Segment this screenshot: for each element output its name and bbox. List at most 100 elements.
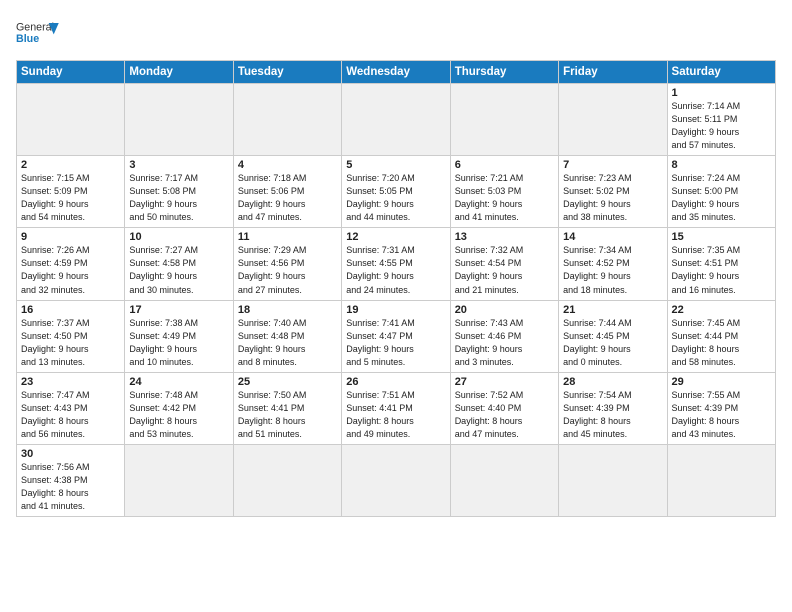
day-number: 23 bbox=[21, 376, 120, 388]
calendar-day-cell: 9Sunrise: 7:26 AMSunset: 4:59 PMDaylight… bbox=[17, 228, 125, 300]
day-number: 4 bbox=[238, 159, 337, 171]
calendar-day-cell bbox=[667, 444, 775, 516]
calendar-day-cell: 22Sunrise: 7:45 AMSunset: 4:44 PMDayligh… bbox=[667, 300, 775, 372]
day-number: 5 bbox=[346, 159, 445, 171]
day-info: Sunrise: 7:23 AMSunset: 5:02 PMDaylight:… bbox=[563, 172, 662, 224]
calendar-day-cell: 4Sunrise: 7:18 AMSunset: 5:06 PMDaylight… bbox=[233, 156, 341, 228]
day-info: Sunrise: 7:44 AMSunset: 4:45 PMDaylight:… bbox=[563, 317, 662, 369]
calendar-day-cell: 20Sunrise: 7:43 AMSunset: 4:46 PMDayligh… bbox=[450, 300, 558, 372]
calendar-day-cell: 14Sunrise: 7:34 AMSunset: 4:52 PMDayligh… bbox=[559, 228, 667, 300]
calendar-day-cell: 13Sunrise: 7:32 AMSunset: 4:54 PMDayligh… bbox=[450, 228, 558, 300]
day-number: 24 bbox=[129, 376, 228, 388]
day-info: Sunrise: 7:34 AMSunset: 4:52 PMDaylight:… bbox=[563, 244, 662, 296]
weekday-header-sunday: Sunday bbox=[17, 61, 125, 84]
day-number: 6 bbox=[455, 159, 554, 171]
day-number: 27 bbox=[455, 376, 554, 388]
svg-text:Blue: Blue bbox=[16, 33, 39, 45]
day-number: 28 bbox=[563, 376, 662, 388]
day-number: 3 bbox=[129, 159, 228, 171]
calendar-day-cell bbox=[17, 84, 125, 156]
day-info: Sunrise: 7:47 AMSunset: 4:43 PMDaylight:… bbox=[21, 389, 120, 441]
day-info: Sunrise: 7:24 AMSunset: 5:00 PMDaylight:… bbox=[672, 172, 771, 224]
weekday-header-saturday: Saturday bbox=[667, 61, 775, 84]
calendar-day-cell: 24Sunrise: 7:48 AMSunset: 4:42 PMDayligh… bbox=[125, 372, 233, 444]
day-info: Sunrise: 7:27 AMSunset: 4:58 PMDaylight:… bbox=[129, 244, 228, 296]
logo-icon: General Blue bbox=[16, 16, 60, 52]
calendar-day-cell: 28Sunrise: 7:54 AMSunset: 4:39 PMDayligh… bbox=[559, 372, 667, 444]
page-header: General Blue bbox=[16, 16, 776, 52]
calendar-day-cell: 8Sunrise: 7:24 AMSunset: 5:00 PMDaylight… bbox=[667, 156, 775, 228]
calendar-week-row: 2Sunrise: 7:15 AMSunset: 5:09 PMDaylight… bbox=[17, 156, 776, 228]
calendar-day-cell: 25Sunrise: 7:50 AMSunset: 4:41 PMDayligh… bbox=[233, 372, 341, 444]
day-info: Sunrise: 7:51 AMSunset: 4:41 PMDaylight:… bbox=[346, 389, 445, 441]
calendar-day-cell: 2Sunrise: 7:15 AMSunset: 5:09 PMDaylight… bbox=[17, 156, 125, 228]
day-info: Sunrise: 7:20 AMSunset: 5:05 PMDaylight:… bbox=[346, 172, 445, 224]
calendar-day-cell: 26Sunrise: 7:51 AMSunset: 4:41 PMDayligh… bbox=[342, 372, 450, 444]
svg-text:General: General bbox=[16, 22, 54, 34]
day-number: 9 bbox=[21, 231, 120, 243]
calendar-week-row: 16Sunrise: 7:37 AMSunset: 4:50 PMDayligh… bbox=[17, 300, 776, 372]
day-info: Sunrise: 7:55 AMSunset: 4:39 PMDaylight:… bbox=[672, 389, 771, 441]
day-number: 21 bbox=[563, 304, 662, 316]
calendar-day-cell: 6Sunrise: 7:21 AMSunset: 5:03 PMDaylight… bbox=[450, 156, 558, 228]
weekday-header-tuesday: Tuesday bbox=[233, 61, 341, 84]
calendar-day-cell bbox=[450, 444, 558, 516]
day-info: Sunrise: 7:50 AMSunset: 4:41 PMDaylight:… bbox=[238, 389, 337, 441]
weekday-header-row: SundayMondayTuesdayWednesdayThursdayFrid… bbox=[17, 61, 776, 84]
day-number: 20 bbox=[455, 304, 554, 316]
day-info: Sunrise: 7:35 AMSunset: 4:51 PMDaylight:… bbox=[672, 244, 771, 296]
calendar-day-cell: 27Sunrise: 7:52 AMSunset: 4:40 PMDayligh… bbox=[450, 372, 558, 444]
calendar-week-row: 23Sunrise: 7:47 AMSunset: 4:43 PMDayligh… bbox=[17, 372, 776, 444]
day-info: Sunrise: 7:14 AMSunset: 5:11 PMDaylight:… bbox=[672, 100, 771, 152]
day-number: 19 bbox=[346, 304, 445, 316]
day-info: Sunrise: 7:48 AMSunset: 4:42 PMDaylight:… bbox=[129, 389, 228, 441]
day-number: 2 bbox=[21, 159, 120, 171]
weekday-header-wednesday: Wednesday bbox=[342, 61, 450, 84]
calendar-day-cell: 5Sunrise: 7:20 AMSunset: 5:05 PMDaylight… bbox=[342, 156, 450, 228]
day-number: 30 bbox=[21, 448, 120, 460]
day-info: Sunrise: 7:54 AMSunset: 4:39 PMDaylight:… bbox=[563, 389, 662, 441]
calendar-table: SundayMondayTuesdayWednesdayThursdayFrid… bbox=[16, 60, 776, 517]
calendar-day-cell: 7Sunrise: 7:23 AMSunset: 5:02 PMDaylight… bbox=[559, 156, 667, 228]
day-info: Sunrise: 7:32 AMSunset: 4:54 PMDaylight:… bbox=[455, 244, 554, 296]
weekday-header-friday: Friday bbox=[559, 61, 667, 84]
day-info: Sunrise: 7:18 AMSunset: 5:06 PMDaylight:… bbox=[238, 172, 337, 224]
day-info: Sunrise: 7:37 AMSunset: 4:50 PMDaylight:… bbox=[21, 317, 120, 369]
calendar-week-row: 9Sunrise: 7:26 AMSunset: 4:59 PMDaylight… bbox=[17, 228, 776, 300]
calendar-day-cell: 29Sunrise: 7:55 AMSunset: 4:39 PMDayligh… bbox=[667, 372, 775, 444]
day-number: 16 bbox=[21, 304, 120, 316]
calendar-week-row: 30Sunrise: 7:56 AMSunset: 4:38 PMDayligh… bbox=[17, 444, 776, 516]
day-number: 8 bbox=[672, 159, 771, 171]
day-info: Sunrise: 7:56 AMSunset: 4:38 PMDaylight:… bbox=[21, 461, 120, 513]
day-number: 11 bbox=[238, 231, 337, 243]
day-number: 17 bbox=[129, 304, 228, 316]
day-info: Sunrise: 7:26 AMSunset: 4:59 PMDaylight:… bbox=[21, 244, 120, 296]
day-number: 13 bbox=[455, 231, 554, 243]
day-info: Sunrise: 7:41 AMSunset: 4:47 PMDaylight:… bbox=[346, 317, 445, 369]
calendar-day-cell bbox=[450, 84, 558, 156]
weekday-header-thursday: Thursday bbox=[450, 61, 558, 84]
day-number: 12 bbox=[346, 231, 445, 243]
day-info: Sunrise: 7:43 AMSunset: 4:46 PMDaylight:… bbox=[455, 317, 554, 369]
calendar-day-cell: 3Sunrise: 7:17 AMSunset: 5:08 PMDaylight… bbox=[125, 156, 233, 228]
calendar-day-cell bbox=[233, 444, 341, 516]
day-number: 29 bbox=[672, 376, 771, 388]
day-number: 25 bbox=[238, 376, 337, 388]
weekday-header-monday: Monday bbox=[125, 61, 233, 84]
calendar-day-cell: 17Sunrise: 7:38 AMSunset: 4:49 PMDayligh… bbox=[125, 300, 233, 372]
day-number: 7 bbox=[563, 159, 662, 171]
day-info: Sunrise: 7:40 AMSunset: 4:48 PMDaylight:… bbox=[238, 317, 337, 369]
calendar-day-cell: 30Sunrise: 7:56 AMSunset: 4:38 PMDayligh… bbox=[17, 444, 125, 516]
calendar-week-row: 1Sunrise: 7:14 AMSunset: 5:11 PMDaylight… bbox=[17, 84, 776, 156]
day-info: Sunrise: 7:38 AMSunset: 4:49 PMDaylight:… bbox=[129, 317, 228, 369]
day-info: Sunrise: 7:21 AMSunset: 5:03 PMDaylight:… bbox=[455, 172, 554, 224]
day-info: Sunrise: 7:17 AMSunset: 5:08 PMDaylight:… bbox=[129, 172, 228, 224]
calendar-day-cell: 21Sunrise: 7:44 AMSunset: 4:45 PMDayligh… bbox=[559, 300, 667, 372]
day-number: 15 bbox=[672, 231, 771, 243]
logo: General Blue bbox=[16, 16, 60, 52]
calendar-day-cell: 23Sunrise: 7:47 AMSunset: 4:43 PMDayligh… bbox=[17, 372, 125, 444]
calendar-day-cell bbox=[559, 444, 667, 516]
calendar-day-cell: 12Sunrise: 7:31 AMSunset: 4:55 PMDayligh… bbox=[342, 228, 450, 300]
calendar-day-cell bbox=[125, 444, 233, 516]
calendar-day-cell bbox=[233, 84, 341, 156]
